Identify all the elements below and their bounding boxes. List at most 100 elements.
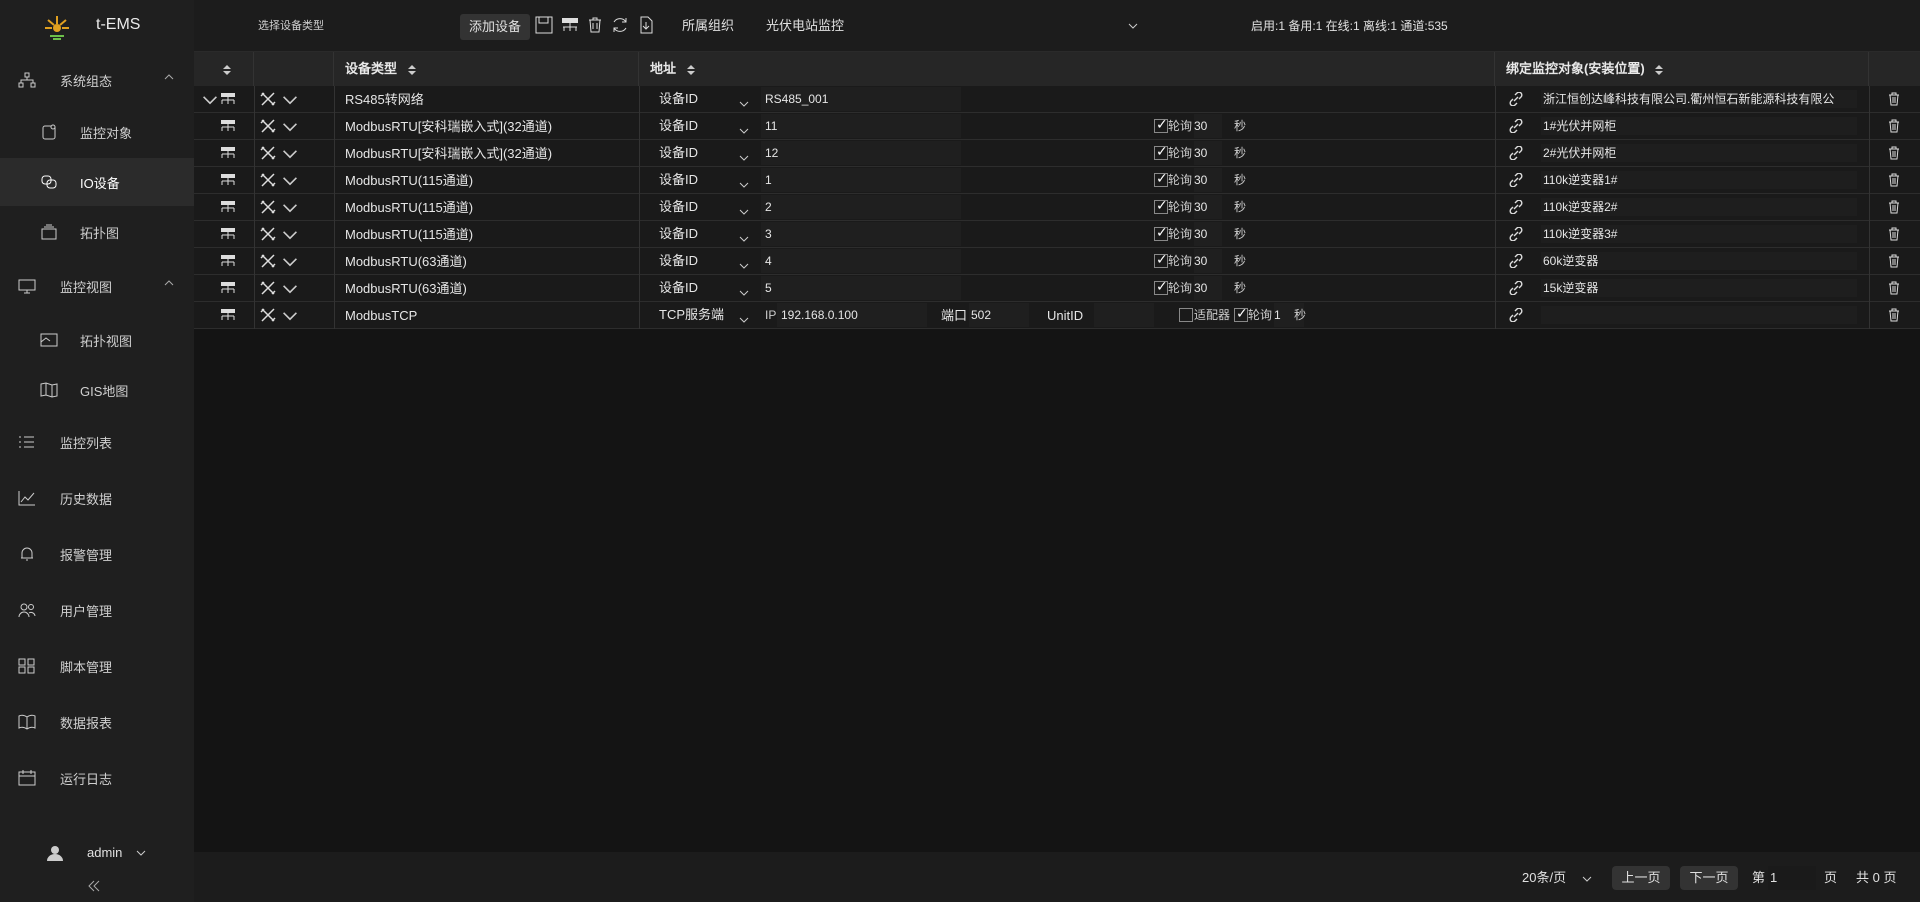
user-menu[interactable]: admin [0, 840, 194, 868]
delete-icon[interactable] [1886, 119, 1902, 133]
bind-object-field[interactable] [1541, 306, 1857, 324]
poll-interval-input[interactable]: 30 [1194, 222, 1222, 246]
link-icon[interactable] [1508, 172, 1524, 188]
bind-object-field[interactable]: 2#光伏并网柜 [1541, 144, 1857, 162]
poll-checkbox[interactable] [1154, 170, 1168, 187]
page-size-select[interactable]: 20条/页 [1522, 866, 1602, 890]
address-value-input[interactable]: 3 [761, 222, 961, 246]
poll-interval-input[interactable]: 30 [1194, 168, 1222, 192]
delete-icon[interactable] [1886, 92, 1902, 106]
header-expand[interactable] [194, 52, 254, 86]
chevron-down-icon[interactable] [282, 92, 298, 106]
nav-alarm-management[interactable]: 报警管理 [0, 530, 194, 578]
poll-checkbox[interactable] [1154, 278, 1168, 295]
ip-input[interactable]: 192.168.0.100 [777, 303, 927, 327]
poll-interval-input[interactable]: 30 [1194, 195, 1222, 219]
delete-icon[interactable] [585, 15, 605, 35]
chevron-down-icon[interactable] [282, 173, 298, 187]
network-icon[interactable] [220, 173, 236, 187]
link-icon[interactable] [1508, 118, 1524, 134]
link-icon[interactable] [1508, 199, 1524, 215]
nav-script-management[interactable]: 脚本管理 [0, 642, 194, 690]
tools-icon[interactable] [260, 281, 276, 295]
network-icon[interactable] [220, 254, 236, 268]
nav-monitor-list[interactable]: 监控列表 [0, 418, 194, 466]
address-mode-select[interactable]: 设备ID [659, 142, 753, 164]
address-value-input[interactable]: 5 [761, 276, 961, 300]
address-mode-select[interactable]: 设备ID [659, 250, 753, 272]
nav-history-data[interactable]: 历史数据 [0, 474, 194, 522]
link-icon[interactable] [1508, 91, 1524, 107]
address-mode-select[interactable]: 设备ID [659, 277, 753, 299]
address-value-input[interactable]: 4 [761, 249, 961, 273]
nav-topology-view[interactable]: 拓扑视图 [0, 316, 194, 364]
device-type-select[interactable]: 选择设备类型 [258, 0, 512, 52]
delete-icon[interactable] [1886, 254, 1902, 268]
address-value-input[interactable]: RS485_001 [761, 87, 961, 111]
header-address[interactable]: 地址 [639, 52, 1495, 86]
tools-icon[interactable] [260, 308, 276, 322]
link-icon[interactable] [1508, 307, 1524, 323]
org-select[interactable]: 光伏电站监控 [766, 0, 1136, 52]
network-icon[interactable] [220, 200, 236, 214]
network-icon[interactable] [220, 119, 236, 133]
nav-user-management[interactable]: 用户管理 [0, 586, 194, 634]
prev-page-button[interactable]: 上一页 [1612, 866, 1670, 890]
address-mode-select[interactable]: 设备ID [659, 88, 753, 110]
chevron-down-icon[interactable] [282, 227, 298, 241]
add-device-button[interactable]: 添加设备 [460, 14, 530, 40]
poll-checkbox[interactable] [1154, 143, 1168, 160]
address-mode-select[interactable]: 设备ID [659, 223, 753, 245]
bind-object-field[interactable]: 15k逆变器 [1541, 279, 1857, 297]
nav-system-config[interactable]: 系统组态 [0, 56, 194, 104]
network-icon[interactable] [220, 308, 236, 322]
poll-checkbox[interactable] [1154, 197, 1168, 214]
delete-icon[interactable] [1886, 173, 1902, 187]
nav-topology[interactable]: 拓扑图 [0, 208, 194, 256]
tools-icon[interactable] [260, 119, 276, 133]
port-input[interactable]: 502 [969, 303, 1029, 327]
page-number-input[interactable]: 1 [1768, 866, 1816, 890]
nav-gis-map[interactable]: GIS地图 [0, 366, 194, 414]
nav-monitor-view[interactable]: 监控视图 [0, 262, 194, 310]
tools-icon[interactable] [260, 92, 276, 106]
tools-icon[interactable] [260, 146, 276, 160]
chevron-down-icon[interactable] [282, 308, 298, 322]
nav-data-report[interactable]: 数据报表 [0, 698, 194, 746]
delete-icon[interactable] [1886, 200, 1902, 214]
link-icon[interactable] [1508, 280, 1524, 296]
poll-interval-input[interactable]: 30 [1194, 114, 1222, 138]
chevron-down-icon[interactable] [1128, 21, 1138, 31]
header-device-type[interactable]: 设备类型 [334, 52, 639, 86]
chevron-down-icon[interactable] [282, 200, 298, 214]
chevron-down-icon[interactable] [282, 254, 298, 268]
chevron-down-icon[interactable] [282, 146, 298, 160]
chevron-down-icon[interactable] [282, 119, 298, 133]
address-value-input[interactable]: 12 [761, 141, 961, 165]
tools-icon[interactable] [260, 173, 276, 187]
poll-checkbox[interactable] [1154, 116, 1168, 133]
delete-icon[interactable] [1886, 308, 1902, 322]
unitid-input[interactable] [1094, 303, 1154, 327]
chevron-down-icon[interactable] [282, 281, 298, 295]
address-value-input[interactable]: 11 [761, 114, 961, 138]
network-icon[interactable] [220, 227, 236, 241]
link-icon[interactable] [1508, 145, 1524, 161]
tools-icon[interactable] [260, 227, 276, 241]
poll-checkbox[interactable] [1234, 305, 1248, 322]
address-value-input[interactable]: 2 [761, 195, 961, 219]
address-mode-select[interactable]: 设备ID [659, 196, 753, 218]
bind-object-field[interactable]: 110k逆变器1# [1541, 171, 1857, 189]
address-mode-select[interactable]: TCP服务端 [659, 304, 753, 326]
network-icon[interactable] [560, 15, 580, 35]
bind-object-field[interactable]: 110k逆变器3# [1541, 225, 1857, 243]
nav-io-device[interactable]: IO设备 [0, 158, 194, 206]
address-value-input[interactable]: 1 [761, 168, 961, 192]
bind-object-field[interactable]: 1#光伏并网柜 [1541, 117, 1857, 135]
save-icon[interactable] [534, 15, 554, 35]
nav-run-log[interactable]: 运行日志 [0, 754, 194, 802]
collapse-sidebar-icon[interactable] [86, 878, 102, 894]
header-bind-object[interactable]: 绑定监控对象(安装位置) [1495, 52, 1869, 86]
delete-icon[interactable] [1886, 281, 1902, 295]
bind-object-field[interactable]: 110k逆变器2# [1541, 198, 1857, 216]
